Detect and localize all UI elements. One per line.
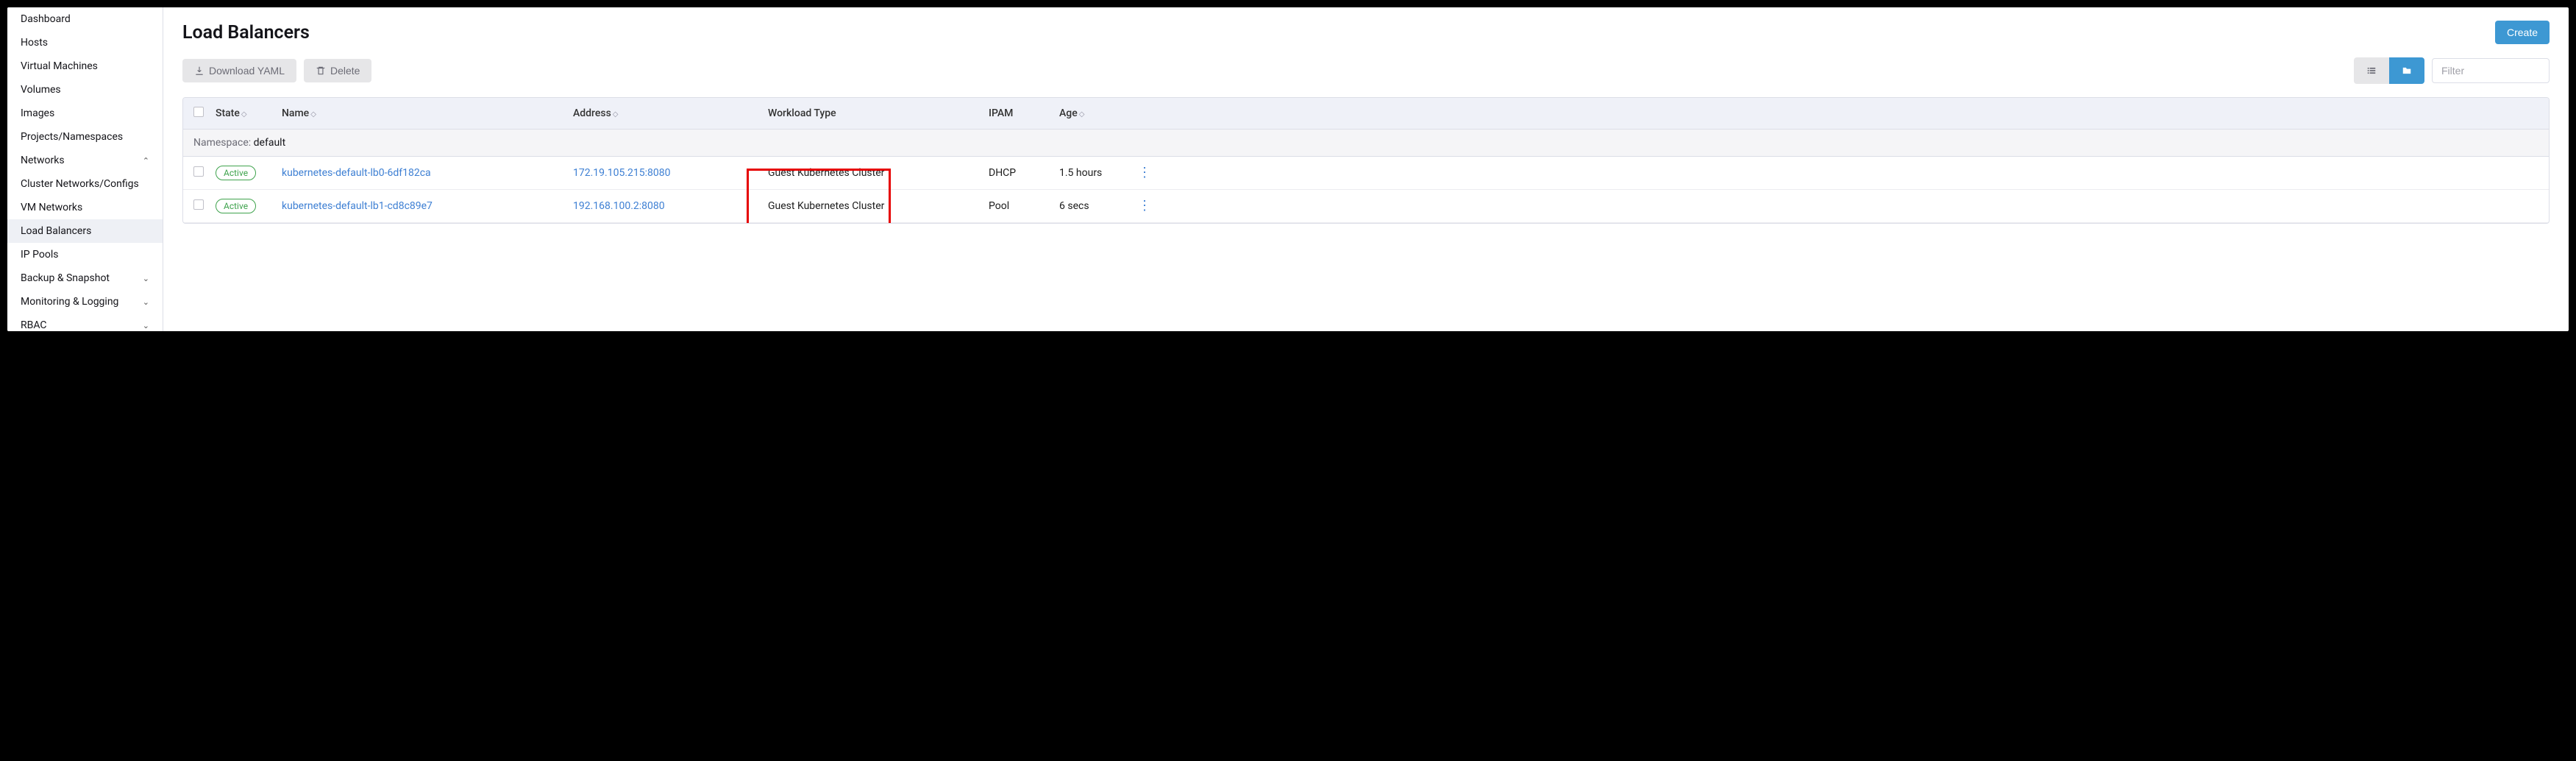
download-yaml-button[interactable]: Download YAML bbox=[182, 59, 296, 82]
sidebar-item-backup-snapshot[interactable]: Backup & Snapshot⌄ bbox=[7, 266, 163, 290]
table-row: Active kubernetes-default-lb1-cd8c89e7 1… bbox=[183, 190, 2549, 223]
sidebar-item-networks[interactable]: Networks⌃ bbox=[7, 149, 163, 172]
sidebar-item-rbac[interactable]: RBAC⌄ bbox=[7, 314, 163, 331]
workload-type: Guest Kubernetes Cluster bbox=[768, 200, 884, 212]
sidebar-item-cluster-networks[interactable]: Cluster Networks/Configs bbox=[7, 172, 163, 196]
list-view-button[interactable] bbox=[2354, 57, 2389, 84]
col-header-ipam[interactable]: IPAM bbox=[989, 107, 1059, 119]
lb-address-link[interactable]: 172.19.105.215:8080 bbox=[573, 167, 671, 179]
sidebar-item-load-balancers[interactable]: Load Balancers bbox=[7, 219, 163, 243]
chevron-down-icon: ⌄ bbox=[143, 274, 149, 283]
view-toggle bbox=[2354, 57, 2424, 84]
lb-name-link[interactable]: kubernetes-default-lb0-6df182ca bbox=[282, 167, 431, 179]
select-all-checkbox[interactable] bbox=[193, 107, 204, 117]
age-value: 6 secs bbox=[1059, 200, 1089, 212]
create-button[interactable]: Create bbox=[2495, 21, 2550, 44]
sort-icon: ◇ bbox=[241, 110, 247, 118]
status-badge: Active bbox=[216, 199, 256, 213]
row-actions-menu[interactable]: ⋮ bbox=[1138, 198, 1151, 213]
data-table: State◇ Name◇ Address◇ Workload Type IPAM… bbox=[182, 97, 2550, 224]
sidebar-item-hosts[interactable]: Hosts bbox=[7, 31, 163, 54]
filter-input[interactable] bbox=[2432, 58, 2550, 83]
lb-name-link[interactable]: kubernetes-default-lb1-cd8c89e7 bbox=[282, 200, 433, 212]
sort-icon: ◇ bbox=[613, 110, 619, 118]
chevron-down-icon: ⌄ bbox=[143, 297, 149, 307]
status-badge: Active bbox=[216, 166, 256, 180]
sidebar-item-projects-namespaces[interactable]: Projects/Namespaces bbox=[7, 125, 163, 149]
sidebar-item-images[interactable]: Images bbox=[7, 102, 163, 125]
sidebar-item-dashboard[interactable]: Dashboard bbox=[7, 7, 163, 31]
chevron-up-icon: ⌃ bbox=[143, 156, 149, 166]
download-icon bbox=[194, 66, 204, 76]
ipam-value: DHCP bbox=[989, 167, 1016, 179]
sidebar-item-monitoring-logging[interactable]: Monitoring & Logging⌄ bbox=[7, 290, 163, 314]
age-value: 1.5 hours bbox=[1059, 167, 1102, 179]
col-header-address[interactable]: Address◇ bbox=[573, 107, 768, 119]
chevron-down-icon: ⌄ bbox=[143, 321, 149, 330]
group-view-button[interactable] bbox=[2389, 57, 2424, 84]
col-header-state[interactable]: State◇ bbox=[216, 107, 282, 119]
trash-icon bbox=[316, 66, 326, 76]
col-header-workload[interactable]: Workload Type bbox=[768, 107, 989, 119]
table-header: State◇ Name◇ Address◇ Workload Type IPAM… bbox=[183, 98, 2549, 130]
sort-icon: ◇ bbox=[1079, 110, 1085, 118]
row-checkbox[interactable] bbox=[193, 166, 204, 177]
folder-icon bbox=[2402, 66, 2412, 76]
sidebar: Dashboard Hosts Virtual Machines Volumes… bbox=[7, 7, 163, 331]
main-content: Load Balancers Create Download YAML Dele… bbox=[163, 7, 2569, 331]
page-title: Load Balancers bbox=[182, 22, 310, 43]
lb-address-link[interactable]: 192.168.100.2:8080 bbox=[573, 200, 665, 212]
row-checkbox[interactable] bbox=[193, 199, 204, 210]
col-header-name[interactable]: Name◇ bbox=[282, 107, 573, 119]
delete-button[interactable]: Delete bbox=[304, 59, 371, 82]
sidebar-item-ip-pools[interactable]: IP Pools bbox=[7, 243, 163, 266]
table-row: Active kubernetes-default-lb0-6df182ca 1… bbox=[183, 157, 2549, 190]
sidebar-item-virtual-machines[interactable]: Virtual Machines bbox=[7, 54, 163, 78]
sidebar-item-volumes[interactable]: Volumes bbox=[7, 78, 163, 102]
namespace-group-row: Namespace: default bbox=[183, 130, 2549, 157]
workload-type: Guest Kubernetes Cluster bbox=[768, 167, 884, 179]
sort-icon: ◇ bbox=[310, 110, 316, 118]
list-icon bbox=[2366, 66, 2377, 76]
col-header-age[interactable]: Age◇ bbox=[1059, 107, 1129, 119]
ipam-value: Pool bbox=[989, 200, 1009, 212]
sidebar-item-vm-networks[interactable]: VM Networks bbox=[7, 196, 163, 219]
row-actions-menu[interactable]: ⋮ bbox=[1138, 165, 1151, 180]
